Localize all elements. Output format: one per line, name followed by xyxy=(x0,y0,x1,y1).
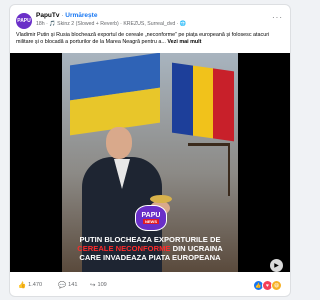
like-icon: 👍 xyxy=(18,282,27,289)
romania-flag xyxy=(172,62,235,142)
like-stat[interactable]: 👍 1.470 xyxy=(18,281,42,289)
share-count: 109 xyxy=(97,282,107,288)
haha-reaction-icon: 😆 xyxy=(271,280,282,291)
page-header: PapuTv · Urmărește xyxy=(36,12,97,19)
separator: · xyxy=(61,12,64,19)
chevron-right-icon[interactable]: ▶ xyxy=(270,259,283,272)
share-icon: ↪ xyxy=(90,282,96,289)
more-options-icon[interactable]: ··· xyxy=(272,13,283,22)
comment-stat[interactable]: 💬 141 xyxy=(58,281,77,289)
comment-count: 141 xyxy=(68,282,78,288)
post-meta: 18h · 🎵 Skinz 2 (Slowed + Reverb) · KREZ… xyxy=(36,21,187,27)
see-more-link[interactable]: Vezi mai mult xyxy=(167,39,201,45)
comment-icon: 💬 xyxy=(58,282,67,289)
page-name-link[interactable]: PapuTv xyxy=(36,12,59,19)
grain-pile xyxy=(150,195,172,203)
post-text: Vladimir Putin și Rusia blochează export… xyxy=(16,32,282,46)
share-stat[interactable]: ↪ 109 xyxy=(90,281,107,289)
port-crane xyxy=(188,143,230,196)
page-avatar[interactable]: PAPU xyxy=(16,13,32,29)
papu-news-logo: PAPU NEWS xyxy=(135,205,167,231)
post-footer: 👍 1.470 💬 141 ↪ 109 👍 ♥ 😆 xyxy=(10,273,290,295)
ukraine-flag xyxy=(70,53,160,136)
headline-part-1: PUTIN BLOCHEAZA EXPORTURILE DE xyxy=(79,235,221,244)
post-card: PAPU PapuTv · Urmărește 18h · 🎵 Skinz 2 … xyxy=(9,4,291,297)
like-count: 1.470 xyxy=(28,282,43,288)
post-video[interactable]: PAPU NEWS PUTIN BLOCHEAZA EXPORTURILE DE… xyxy=(10,53,290,272)
reaction-icons[interactable]: 👍 ♥ 😆 xyxy=(253,280,282,291)
post-body: Vladimir Putin și Rusia blochează export… xyxy=(16,32,270,46)
person-head xyxy=(106,127,132,159)
video-headline: PUTIN BLOCHEAZA EXPORTURILE DE CEREALE N… xyxy=(70,235,230,262)
follow-button[interactable]: Urmărește xyxy=(65,12,97,19)
headline-highlight: CEREALE NECONFORME xyxy=(77,244,171,253)
